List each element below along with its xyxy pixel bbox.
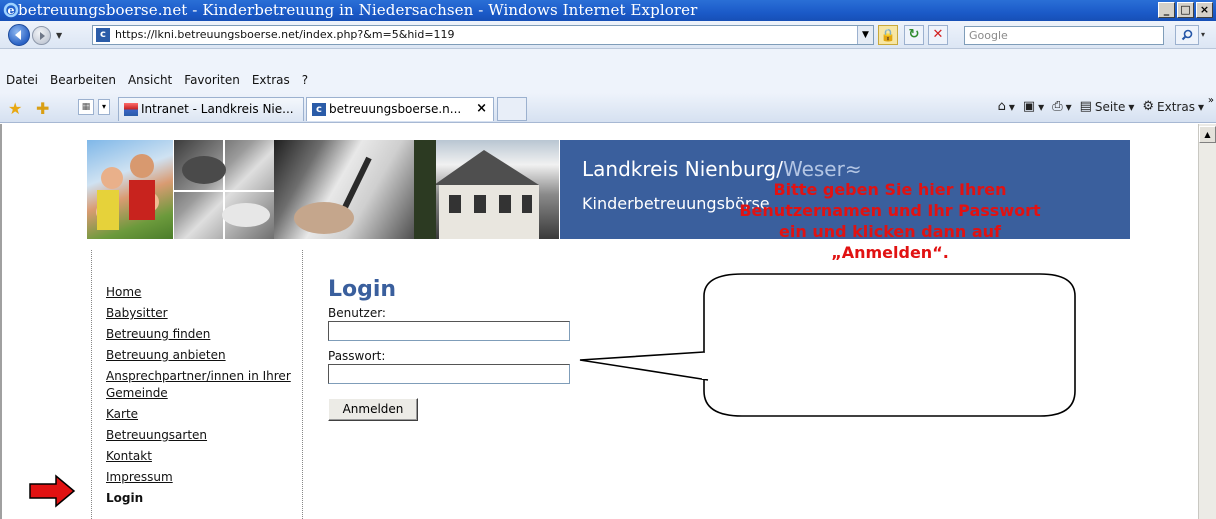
feeds-icon: ▣ bbox=[1022, 99, 1036, 114]
tab-label: Intranet - Landkreis Nie... bbox=[141, 102, 294, 116]
ie-logo-icon: e bbox=[3, 2, 19, 18]
sidebar-item-impressum[interactable]: Impressum bbox=[106, 470, 173, 484]
sidebar-item-betreuung-finden[interactable]: Betreuung finden bbox=[106, 327, 210, 341]
site-favicon-icon: c bbox=[312, 103, 326, 116]
brand-main: Landkreis Nienburg bbox=[582, 157, 777, 181]
maximize-button[interactable]: □ bbox=[1177, 2, 1194, 18]
forward-button[interactable] bbox=[32, 26, 51, 45]
page-icon: ▤ bbox=[1079, 99, 1092, 114]
address-toolbar: ▼ c https://lkni.betreuungsboerse.net/in… bbox=[0, 21, 1216, 49]
page-menu-label: Seite bbox=[1094, 99, 1126, 114]
sidebar-item-login[interactable]: Login bbox=[106, 491, 143, 505]
brand-sub: Weser bbox=[782, 157, 845, 181]
family-photo bbox=[87, 140, 173, 239]
svg-text:e: e bbox=[8, 4, 15, 17]
tab-intranet[interactable]: Intranet - Landkreis Nie... bbox=[118, 97, 304, 121]
stop-button[interactable]: ✕ bbox=[928, 25, 948, 45]
page-title: Login bbox=[328, 277, 397, 302]
tab-betreuungsboerse[interactable]: c betreuungsboerse.n... × bbox=[306, 97, 494, 121]
username-field[interactable] bbox=[328, 321, 570, 341]
window-titlebar: e betreuungsboerse.net - Kinderbetreuung… bbox=[0, 0, 1216, 21]
menu-bearbeiten[interactable]: Bearbeiten bbox=[44, 70, 122, 90]
search-input[interactable]: Google bbox=[964, 26, 1164, 45]
menu-extras[interactable]: Extras bbox=[246, 70, 296, 90]
chevron-more-icon[interactable]: » bbox=[1208, 95, 1214, 106]
tab-close-icon[interactable]: × bbox=[476, 98, 487, 120]
search-icon bbox=[1181, 29, 1193, 41]
sidebar-item-babysitter[interactable]: Babysitter bbox=[106, 306, 168, 320]
brand-wave-icon: ≈ bbox=[844, 157, 862, 181]
search-button[interactable] bbox=[1175, 25, 1199, 45]
gear-icon: ⚙ bbox=[1142, 99, 1155, 114]
scroll-up-icon[interactable]: ▲ bbox=[1199, 126, 1216, 143]
writing-photo bbox=[274, 140, 414, 239]
menu-datei[interactable]: Datei bbox=[0, 70, 44, 90]
quick-tabs-icon[interactable]: ▦ bbox=[78, 99, 94, 115]
sidebar-item-home[interactable]: Home bbox=[106, 285, 141, 299]
tools-menu-label: Extras bbox=[1157, 99, 1195, 114]
login-form: Login Benutzer: Passwort: Anmelden bbox=[328, 277, 570, 421]
refresh-button[interactable]: ↻ bbox=[904, 25, 924, 45]
menubar: Datei Bearbeiten Ansicht Favoriten Extra… bbox=[0, 70, 314, 90]
sidebar-item-ansprechpartner[interactable]: Ansprechpartner/innen in Ihrer Gemeinde bbox=[106, 369, 291, 400]
tab-bar: ★ ✚ ▦ ▾ Intranet - Landkreis Nie... c be… bbox=[0, 93, 1216, 123]
sidebar-item-betreuung-anbieten[interactable]: Betreuung anbieten bbox=[106, 348, 226, 362]
sidebar-item-kontakt[interactable]: Kontakt bbox=[106, 449, 152, 463]
lock-icon[interactable]: 🔒 bbox=[878, 25, 898, 45]
print-icon: ⎙ bbox=[1052, 99, 1063, 114]
vertical-scrollbar[interactable]: ▲ bbox=[1198, 124, 1216, 519]
password-field[interactable] bbox=[328, 364, 570, 384]
sidebar-item-betreuungsarten[interactable]: Betreuungsarten bbox=[106, 428, 207, 442]
menu-favoriten[interactable]: Favoriten bbox=[178, 70, 246, 90]
site-logo-text: Landkreis Nienburg/Weser≈ bbox=[582, 157, 862, 181]
username-label: Benutzer: bbox=[328, 306, 386, 320]
history-dropdown-icon[interactable]: ▼ bbox=[56, 31, 62, 40]
menu-help[interactable]: ? bbox=[296, 70, 314, 90]
print-button[interactable]: ⎙ ▾ bbox=[1052, 99, 1071, 114]
sidebar-item-karte[interactable]: Karte bbox=[106, 407, 138, 421]
feeds-button[interactable]: ▣ ▾ bbox=[1023, 99, 1044, 114]
menu-ansicht[interactable]: Ansicht bbox=[122, 70, 178, 90]
login-submit-button[interactable]: Anmelden bbox=[328, 398, 418, 421]
site-favicon-icon: c bbox=[96, 28, 110, 42]
tools-menu-button[interactable]: ⚙ Extras ▾ bbox=[1142, 99, 1204, 114]
phone-photo bbox=[174, 140, 274, 239]
page-menu-button[interactable]: ▤ Seite ▾ bbox=[1080, 99, 1135, 114]
close-button[interactable]: × bbox=[1196, 2, 1213, 18]
building-photo bbox=[414, 140, 559, 239]
add-favorite-icon[interactable]: ✚ bbox=[36, 99, 49, 118]
command-bar: ⌂ ▾ ▣ ▾ ⎙ ▾ ▤ Seite ▾ ⚙ Extras ▾ bbox=[998, 99, 1204, 114]
home-icon: ⌂ bbox=[997, 99, 1006, 114]
favorites-star-icon[interactable]: ★ bbox=[8, 99, 22, 118]
new-tab-button[interactable] bbox=[497, 97, 527, 121]
forward-icon bbox=[40, 32, 45, 40]
address-dropdown-button[interactable]: ▼ bbox=[857, 26, 873, 44]
brand-separator: / bbox=[776, 157, 783, 181]
password-label: Passwort: bbox=[328, 349, 386, 363]
address-bar[interactable]: c https://lkni.betreuungsboerse.net/inde… bbox=[92, 25, 874, 45]
tab-list-dropdown-icon[interactable]: ▾ bbox=[98, 99, 110, 115]
window-title: betreuungsboerse.net - Kinderbetreuung i… bbox=[18, 1, 698, 19]
home-button[interactable]: ⌂ ▾ bbox=[998, 99, 1015, 114]
sidebar-nav: Home Babysitter Betreuung finden Betreuu… bbox=[91, 250, 303, 519]
minimize-button[interactable]: _ bbox=[1158, 2, 1175, 18]
search-dropdown-icon[interactable]: ▾ bbox=[1201, 30, 1205, 39]
pointer-arrow-icon bbox=[29, 474, 76, 508]
callout-text: Bitte geben Sie hier Ihren Benutzernamen… bbox=[739, 180, 1041, 262]
back-icon bbox=[15, 30, 21, 40]
tab-label: betreuungsboerse.n... bbox=[329, 102, 462, 116]
back-button[interactable] bbox=[8, 24, 30, 46]
intranet-favicon-icon bbox=[124, 103, 138, 116]
address-url: https://lkni.betreuungsboerse.net/index.… bbox=[115, 28, 455, 41]
